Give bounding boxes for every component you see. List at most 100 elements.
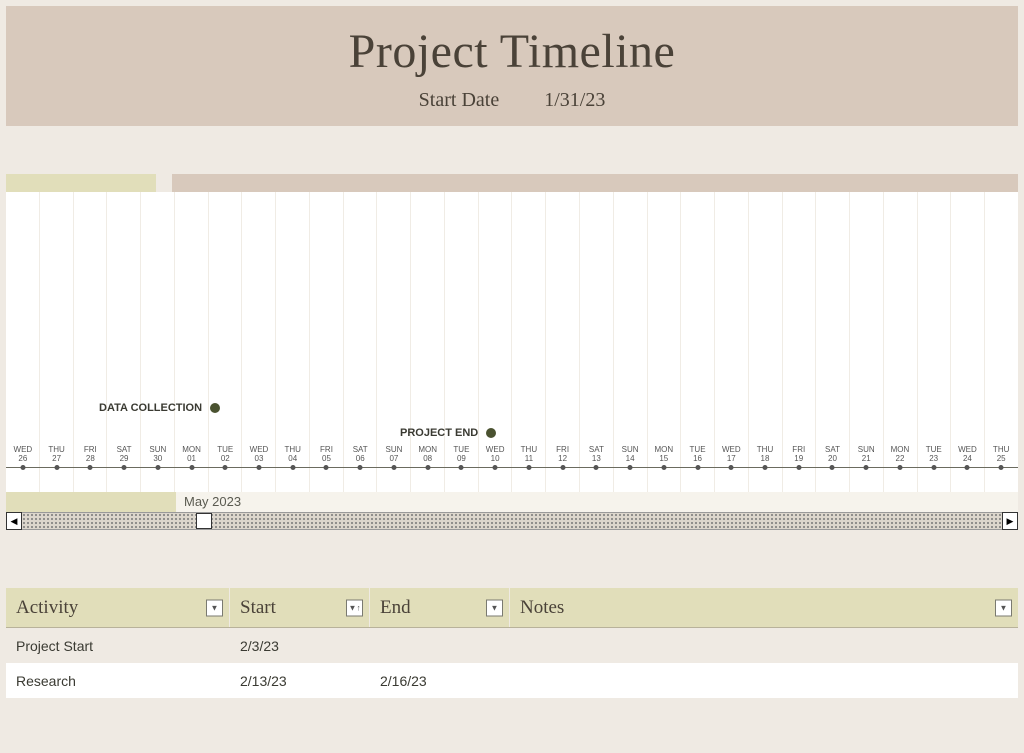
start-date-label: Start Date	[419, 89, 500, 111]
milestone-dot-icon	[210, 403, 220, 413]
milestone-marker: DATA COLLECTION	[99, 402, 220, 414]
axis-tick: THU18	[748, 468, 782, 492]
axis-tick-dot	[290, 465, 295, 470]
axis-tick: SUN30	[141, 468, 175, 492]
timeline-scrollbar[interactable]: ◀ ▶	[6, 512, 1018, 530]
axis-tick-dot	[425, 465, 430, 470]
axis-tick: THU25	[984, 468, 1018, 492]
axis-tick: WED26	[6, 468, 40, 492]
month-row: May 2023	[6, 492, 1018, 512]
axis-tick: THU04	[276, 468, 310, 492]
axis-tick: SAT06	[343, 468, 377, 492]
axis-tick: WED17	[714, 468, 748, 492]
legend-bars	[6, 174, 1018, 192]
axis-tick-dot	[223, 465, 228, 470]
axis-tick-dot	[999, 465, 1004, 470]
axis-tick: SUN21	[849, 468, 883, 492]
axis-tick-dot	[931, 465, 936, 470]
cell-start: 2/3/23	[230, 638, 370, 654]
filter-end[interactable]: ▼	[486, 599, 503, 616]
scroll-left-button[interactable]: ◀	[6, 512, 22, 530]
axis-tick: THU27	[40, 468, 74, 492]
axis-tick-dot	[526, 465, 531, 470]
axis-tick-dot	[324, 465, 329, 470]
col-header-notes: Notes ▼	[510, 588, 1018, 627]
axis-tick: SAT20	[816, 468, 850, 492]
axis-tick-dot	[763, 465, 768, 470]
col-label-activity: Activity	[16, 597, 78, 619]
axis-tick-dot	[695, 465, 700, 470]
axis-tick: MON15	[647, 468, 681, 492]
axis-tick-dot	[897, 465, 902, 470]
axis-tick: MON08	[411, 468, 445, 492]
axis-tick-dot	[965, 465, 970, 470]
month-label: May 2023	[184, 492, 241, 512]
axis-tick: MON22	[883, 468, 917, 492]
axis-tick-dot	[257, 465, 262, 470]
col-label-notes: Notes	[520, 597, 564, 619]
axis-tick-dot	[729, 465, 734, 470]
header-banner: Project Timeline Start Date 1/31/23	[6, 6, 1018, 126]
axis-tick-dot	[391, 465, 396, 470]
axis-tick-dot	[560, 465, 565, 470]
axis-tick-dot	[88, 465, 93, 470]
table-header: Activity ▼ Start ▼↑ End ▼ Notes ▼	[6, 588, 1018, 628]
axis-tick-dot	[20, 465, 25, 470]
axis-tick: TUE16	[681, 468, 715, 492]
month-row-left	[6, 492, 176, 512]
filter-notes[interactable]: ▼	[995, 599, 1012, 616]
milestone-label: PROJECT END	[400, 427, 478, 439]
milestone-label: DATA COLLECTION	[99, 402, 202, 414]
cell-end: 2/16/23	[370, 673, 510, 689]
table-row[interactable]: Research2/13/232/16/23	[6, 663, 1018, 698]
page-title: Project Timeline	[6, 24, 1018, 79]
axis-tick: FRI12	[546, 468, 580, 492]
filter-activity[interactable]: ▼	[206, 599, 223, 616]
axis-tick: SUN07	[377, 468, 411, 492]
col-header-start: Start ▼↑	[230, 588, 370, 627]
scroll-track[interactable]	[22, 512, 1002, 530]
axis-tick-dot	[594, 465, 599, 470]
table-row[interactable]: Project Start2/3/23	[6, 628, 1018, 663]
start-date-line: Start Date 1/31/23	[6, 89, 1018, 112]
legend-bar-1	[6, 174, 156, 192]
axis-tick: TUE09	[445, 468, 479, 492]
axis-tick: TUE23	[917, 468, 951, 492]
activities-table: Activity ▼ Start ▼↑ End ▼ Notes ▼ Projec…	[6, 588, 1018, 698]
axis-tick: WED24	[951, 468, 985, 492]
axis-tick: MON01	[175, 468, 209, 492]
axis-tick: FRI19	[782, 468, 816, 492]
axis-tick: WED03	[242, 468, 276, 492]
axis-tick-dot	[122, 465, 127, 470]
timeline-chart: DATA COLLECTIONPROJECT END WED26THU27FRI…	[6, 192, 1018, 492]
col-header-activity: Activity ▼	[6, 588, 230, 627]
scroll-thumb[interactable]	[196, 513, 212, 529]
col-header-end: End ▼	[370, 588, 510, 627]
axis-tick-dot	[796, 465, 801, 470]
cell-start: 2/13/23	[230, 673, 370, 689]
axis-tick-dot	[358, 465, 363, 470]
axis-tick-dot	[864, 465, 869, 470]
cell-activity: Project Start	[6, 638, 230, 654]
axis-tick-dot	[54, 465, 59, 470]
cell-activity: Research	[6, 673, 230, 689]
milestone-dot-icon	[486, 428, 496, 438]
axis-tick: SUN14	[613, 468, 647, 492]
axis-tick: TUE02	[208, 468, 242, 492]
axis-tick: FRI28	[73, 468, 107, 492]
start-date-value: 1/31/23	[544, 89, 605, 111]
month-row-right	[176, 492, 1018, 512]
axis-tick: WED10	[478, 468, 512, 492]
col-label-start: Start	[240, 597, 276, 619]
milestone-marker: PROJECT END	[400, 427, 496, 439]
axis-tick: THU11	[512, 468, 546, 492]
axis-tick-dot	[189, 465, 194, 470]
axis-tick-dot	[459, 465, 464, 470]
filter-start[interactable]: ▼↑	[346, 599, 363, 616]
axis-tick-dot	[628, 465, 633, 470]
axis-tick: FRI05	[310, 468, 344, 492]
axis-tick-dot	[661, 465, 666, 470]
axis-tick-dot	[830, 465, 835, 470]
axis-tick-dot	[493, 465, 498, 470]
scroll-right-button[interactable]: ▶	[1002, 512, 1018, 530]
